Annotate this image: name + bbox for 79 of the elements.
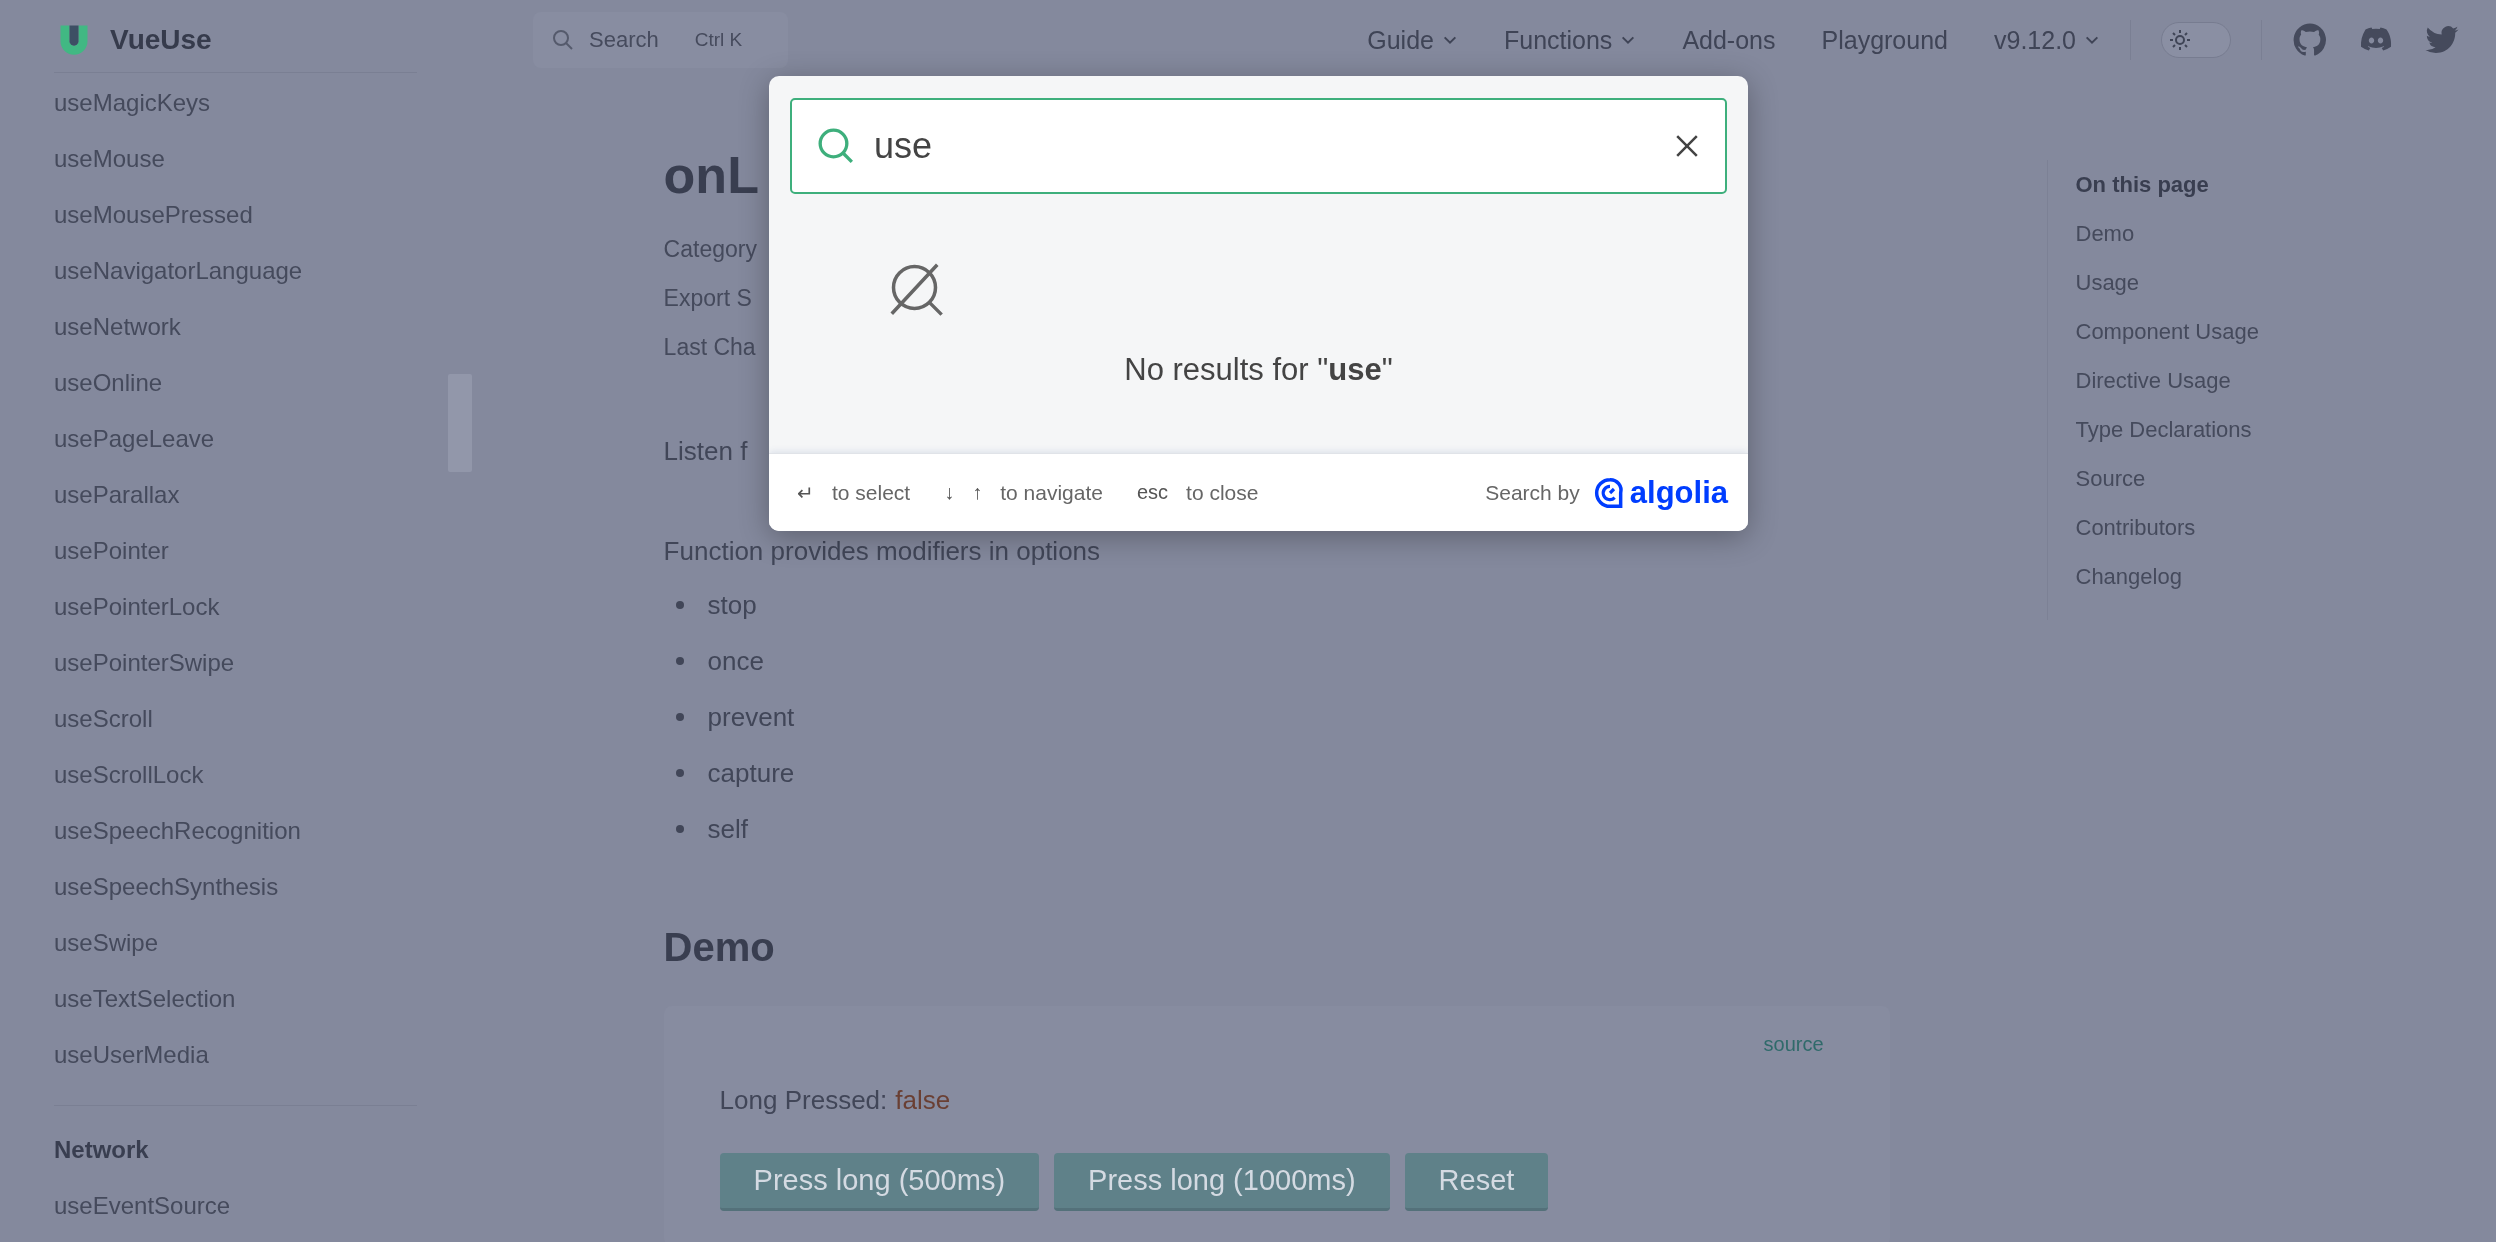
search-placeholder: Search xyxy=(589,27,659,53)
sidebar-link[interactable]: useOnline xyxy=(54,355,163,411)
status-label: Long Pressed: xyxy=(719,1085,888,1115)
modifier-item: prevent xyxy=(707,701,795,733)
sidebar-link[interactable]: useUserMedia xyxy=(54,1027,209,1083)
powered-by-label: Search by xyxy=(1485,480,1580,505)
brand-mark-icon xyxy=(1593,476,1626,509)
toc-link[interactable]: Type Declarations xyxy=(2075,405,2496,454)
hint-label: to close xyxy=(1186,480,1259,505)
key-hint: ↵ xyxy=(797,480,814,505)
sidebar-link[interactable]: useMousePressed xyxy=(54,187,253,243)
nav-link[interactable]: Playground xyxy=(1821,25,1948,55)
modifier-item: stop xyxy=(707,589,757,621)
sidebar-link[interactable]: useNavigatorLanguage xyxy=(54,243,303,299)
sidebar-link[interactable]: useSwipe xyxy=(54,915,159,971)
sidebar-link[interactable]: useMagicKeys xyxy=(54,75,211,131)
nav-link[interactable]: v9.12.0 xyxy=(1994,25,2100,55)
page-title: onL xyxy=(663,145,759,206)
sidebar-link[interactable]: useNetwork xyxy=(54,299,181,355)
toc-link[interactable]: Directive Usage xyxy=(2075,356,2496,405)
sidebar-link[interactable]: usePointerLock xyxy=(54,579,220,635)
toc-link[interactable]: Component Usage xyxy=(2075,307,2496,356)
source-link[interactable]: source xyxy=(1763,1031,1824,1057)
description-text: Function provides modifiers in options xyxy=(663,535,1101,568)
key-hint: ↓ xyxy=(944,481,955,504)
modifier-item: self xyxy=(707,813,749,845)
toc-title: On this page xyxy=(2075,171,2210,199)
modifier-item: once xyxy=(707,645,764,677)
nav-link[interactable]: Functions xyxy=(1504,25,1637,55)
status-value: false xyxy=(895,1085,951,1115)
search-icon xyxy=(551,28,575,52)
toc-link[interactable]: Demo xyxy=(2075,209,2496,258)
meta-label: Category xyxy=(663,234,757,264)
hint-label: to select xyxy=(832,480,911,505)
intro-text: Listen f xyxy=(663,435,748,468)
nav-link[interactable]: Add-ons xyxy=(1682,25,1776,55)
hint-label: to navigate xyxy=(1000,480,1103,505)
github-icon[interactable] xyxy=(2292,22,2328,58)
search-input[interactable]: use xyxy=(872,124,1673,168)
bullet-icon xyxy=(675,601,684,609)
demo-button[interactable]: Reset xyxy=(1404,1153,1549,1211)
sidebar-link[interactable]: useSpeechRecognition xyxy=(54,803,301,859)
theme-switch[interactable] xyxy=(2161,22,2231,58)
bullet-icon xyxy=(675,769,684,777)
key-hint: esc xyxy=(1136,481,1169,504)
toc-link[interactable]: Usage xyxy=(2075,258,2496,307)
sidebar-link[interactable]: usePointerSwipe xyxy=(54,635,235,691)
toc-link[interactable]: Changelog xyxy=(2075,552,2496,601)
modifier-item: capture xyxy=(707,757,795,789)
key-hint: ↑ xyxy=(972,481,983,504)
toc-link[interactable]: Source xyxy=(2075,454,2496,503)
bullet-icon xyxy=(675,825,684,833)
search-button[interactable]: Search Ctrl K xyxy=(533,12,788,68)
demo-button[interactable]: Press long (500ms) xyxy=(719,1153,1040,1211)
meta-label: Export S xyxy=(663,283,752,313)
no-results-message: No results for "use" xyxy=(1123,352,1394,388)
sidebar-link[interactable]: useScrollLock xyxy=(54,747,204,803)
search-icon xyxy=(816,126,856,166)
sidebar-link[interactable]: useMouse xyxy=(54,131,165,187)
sidebar-link[interactable]: useSpeechSynthesis xyxy=(54,859,279,915)
sidebar-link[interactable]: useScroll xyxy=(54,691,153,747)
nav-link[interactable]: Guide xyxy=(1367,25,1458,55)
bullet-icon xyxy=(675,713,684,721)
demo-button[interactable]: Press long (1000ms) xyxy=(1054,1153,1390,1211)
site-logo[interactable]: VueUse xyxy=(110,24,212,56)
meta-label: Last Cha xyxy=(663,332,756,362)
sun-icon xyxy=(2168,28,2192,52)
toc-link[interactable]: Contributors xyxy=(2075,503,2496,552)
sidebar-link[interactable]: usePageLeave xyxy=(54,411,215,467)
sidebar-link[interactable]: useTextSelection xyxy=(54,971,236,1027)
sidebar-link[interactable]: useEventSource xyxy=(54,1178,231,1234)
brand-logo[interactable]: algolia xyxy=(1593,474,1728,511)
section-heading: Demo xyxy=(663,924,776,971)
bullet-icon xyxy=(675,657,684,665)
shortcut-hint: Ctrl K xyxy=(694,29,743,51)
sidebar-link[interactable]: usePointer xyxy=(54,523,169,579)
sidebar-link[interactable]: useParallax xyxy=(54,467,180,523)
search-field[interactable]: use xyxy=(790,98,1727,194)
sidebar-section-title: Network xyxy=(54,1135,150,1165)
